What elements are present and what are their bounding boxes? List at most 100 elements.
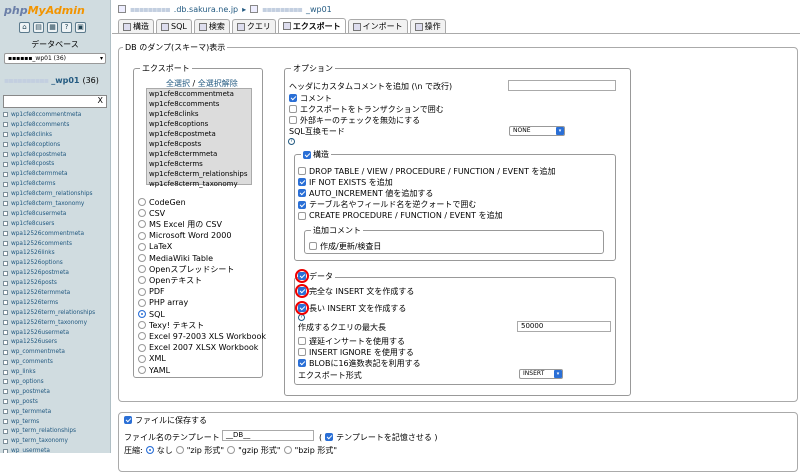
delayed-insert-checkbox[interactable]: 遅延インサートを使用する — [298, 336, 405, 346]
compression-gzip-radio[interactable]: "gzip 形式" — [227, 445, 281, 455]
table-filter-input[interactable]: X — [3, 95, 107, 108]
sidebar-table-item[interactable]: wpa12526links — [0, 248, 110, 258]
table-icon[interactable] — [3, 270, 8, 276]
format-radio[interactable]: CSV — [138, 208, 165, 218]
table-option[interactable]: wp1cfe8ccomments — [147, 99, 251, 109]
breadcrumb-server[interactable]: .db.sakura.ne.jp — [174, 5, 238, 14]
deselect-all-link[interactable]: 全選択解除 — [198, 79, 238, 88]
sidebar-table-item[interactable]: wpa12526terms — [0, 298, 110, 308]
table-icon[interactable] — [3, 379, 8, 385]
format-radio[interactable]: Openスプレッドシート — [138, 264, 234, 274]
table-icon[interactable] — [3, 290, 8, 296]
table-option[interactable]: wp1cfe8cposts — [147, 139, 251, 149]
sql-compat-select[interactable]: NONE ▾ — [509, 126, 565, 136]
comments-checkbox[interactable]: コメント — [289, 93, 332, 103]
table-icon[interactable] — [3, 419, 8, 425]
table-icon[interactable] — [3, 389, 8, 395]
structure-option-checkbox[interactable]: AUTO_INCREMENT 値を追加する — [298, 188, 433, 198]
format-radio[interactable]: SQL — [138, 309, 165, 319]
structure-option-checkbox[interactable]: テーブル名やフィールド名を逆クォートで囲む — [298, 200, 476, 210]
remember-template-checkbox[interactable]: (テンプレートを記憶させる ) — [319, 432, 438, 442]
sidebar-table-item[interactable]: wp_postmeta — [0, 387, 110, 397]
sidebar-table-item[interactable]: wp_usermeta — [0, 446, 110, 453]
filter-clear-button[interactable]: X — [98, 96, 103, 105]
compression-zip-radio[interactable]: "zip 形式" — [175, 445, 224, 455]
sidebar-table-item[interactable]: wp1cfe8coptions — [0, 140, 110, 150]
sidebar-table-item[interactable]: wp_options — [0, 377, 110, 387]
sidebar-table-item[interactable]: wp1cfe8ccomments — [0, 120, 110, 130]
select-all-link[interactable]: 全選択 — [166, 79, 190, 88]
sidebar-table-item[interactable]: wp1cfe8clinks — [0, 130, 110, 140]
sidebar-table-item[interactable]: wpa12526postmeta — [0, 268, 110, 278]
table-icon[interactable] — [3, 260, 8, 266]
extended-insert-checkbox[interactable]: 長い INSERT 文を作成する — [298, 303, 406, 313]
table-option[interactable]: wp1cfe8cterms — [147, 159, 251, 169]
table-icon[interactable] — [3, 300, 8, 306]
insert-ignore-checkbox[interactable]: INSERT IGNORE を使用する — [298, 347, 414, 357]
sidebar-table-item[interactable]: wp_termmeta — [0, 407, 110, 417]
tab-2[interactable]: 検索 — [193, 19, 230, 33]
table-icon[interactable] — [3, 330, 8, 336]
tab-1[interactable]: SQL — [156, 19, 192, 33]
table-option[interactable]: wp1cfe8clinks — [147, 109, 251, 119]
complete-insert-checkbox[interactable]: 完全な INSERT 文を作成する — [298, 286, 414, 296]
format-radio[interactable]: CodeGen — [138, 197, 186, 207]
format-radio[interactable]: Excel 97-2003 XLS Workbook — [138, 331, 266, 341]
format-radio[interactable]: PDF — [138, 287, 165, 297]
extended-insert-help-icon[interactable]: ? — [298, 314, 305, 321]
current-database[interactable]: ▪▪▪▪▪▪▪▪▪▪ _wp01 (36) — [0, 76, 110, 85]
custom-header-input[interactable] — [508, 80, 616, 91]
format-radio[interactable]: XML — [138, 354, 166, 364]
dates-checkbox[interactable]: 作成/更新/検査日 — [309, 241, 381, 251]
table-icon[interactable] — [3, 231, 8, 237]
table-icon[interactable] — [3, 211, 8, 217]
structure-checkbox[interactable] — [303, 150, 311, 159]
table-icon[interactable] — [3, 448, 8, 453]
table-icon[interactable] — [3, 132, 8, 138]
sidebar-table-item[interactable]: wp_term_relationships — [0, 427, 110, 437]
table-icon[interactable] — [3, 201, 8, 207]
structure-option-checkbox[interactable]: IF NOT EXISTS を追加 — [298, 177, 393, 187]
tab-6[interactable]: 操作 — [409, 19, 446, 33]
table-icon[interactable] — [3, 152, 8, 157]
format-radio[interactable]: MS Excel 用の CSV — [138, 219, 222, 229]
compression-none-radio[interactable]: なし — [145, 445, 173, 455]
settings-icon[interactable]: ▣ — [75, 22, 86, 33]
table-icon[interactable] — [3, 181, 8, 187]
table-icon[interactable] — [3, 280, 8, 286]
sidebar-table-item[interactable]: wp_terms — [0, 417, 110, 427]
table-icon[interactable] — [3, 142, 8, 148]
disable-fk-checkbox[interactable]: 外部キーのチェックを無効にする — [289, 115, 420, 125]
table-icon[interactable] — [3, 438, 8, 444]
table-icon[interactable] — [3, 399, 8, 405]
format-radio[interactable]: YAML — [138, 365, 170, 375]
table-icon[interactable] — [3, 369, 8, 375]
sidebar-table-item[interactable]: wp_posts — [0, 397, 110, 407]
structure-option-checkbox[interactable]: DROP TABLE / VIEW / PROCEDURE / FUNCTION… — [298, 166, 556, 176]
template-input[interactable]: __DB__ — [222, 430, 314, 441]
sidebar-table-item[interactable]: wpa12526usermeta — [0, 328, 110, 338]
transaction-checkbox[interactable]: エクスポートをトランザクションで囲む — [289, 104, 444, 114]
sidebar-table-item[interactable]: wp1cfe8ccommentmeta — [0, 110, 110, 120]
sidebar-table-item[interactable]: wp1cfe8cterms — [0, 179, 110, 189]
tab-4[interactable]: エクスポート — [277, 18, 346, 33]
format-radio[interactable]: PHP array — [138, 298, 188, 308]
compression-bzip-radio[interactable]: "bzip 形式" — [283, 445, 337, 455]
sidebar-table-item[interactable]: wp_links — [0, 367, 110, 377]
table-option[interactable]: wp1cfe8cpostmeta — [147, 129, 251, 139]
sidebar-table-item[interactable]: wpa12526termmeta — [0, 288, 110, 298]
table-icon[interactable] — [3, 221, 8, 227]
help-icon[interactable]: ? — [61, 22, 72, 33]
sidebar-table-item[interactable]: wp1cfe8cposts — [0, 159, 110, 169]
table-option[interactable]: wp1cfe8ctermmeta — [147, 149, 251, 159]
table-icon[interactable] — [3, 171, 8, 177]
tab-3[interactable]: クエリ — [231, 19, 276, 33]
table-icon[interactable] — [3, 310, 8, 316]
format-radio[interactable]: Microsoft Word 2000 — [138, 231, 231, 241]
home-icon[interactable]: ⌂ — [19, 22, 30, 33]
sql-query-icon[interactable]: ▤ — [33, 22, 44, 33]
save-to-file-checkbox[interactable]: ファイルに保存する — [124, 415, 207, 425]
sidebar-table-item[interactable]: wp_commentmeta — [0, 347, 110, 357]
table-icon[interactable] — [3, 320, 8, 326]
tab-0[interactable]: 構造 — [118, 19, 154, 33]
